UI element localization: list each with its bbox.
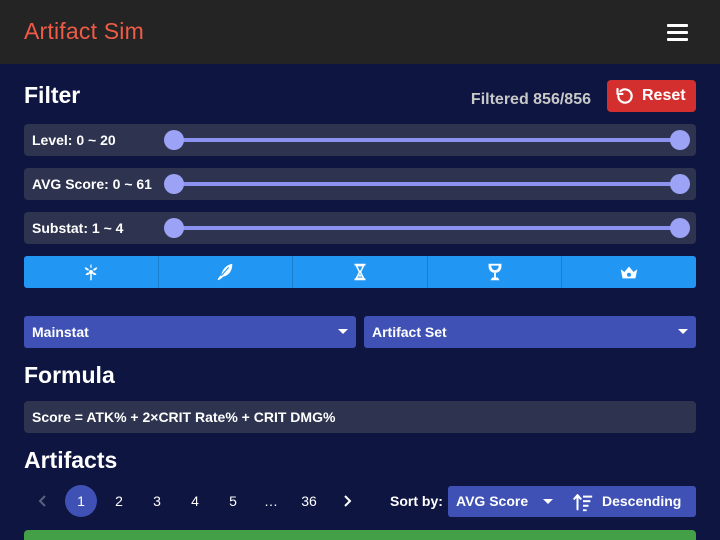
- avg-score-slider-label: AVG Score: 0 ~ 61: [32, 176, 152, 192]
- next-page-button[interactable]: [331, 485, 363, 517]
- page-button-2[interactable]: 2: [103, 485, 135, 517]
- avg-score-slider-max-thumb[interactable]: [670, 174, 690, 194]
- page-button-4[interactable]: 4: [179, 485, 211, 517]
- substat-slider-min-thumb[interactable]: [164, 218, 184, 238]
- hamburger-menu-icon[interactable]: [660, 18, 696, 48]
- chevron-down-icon: [678, 329, 688, 334]
- app-bar: Artifact Sim: [0, 0, 720, 64]
- level-slider-min-thumb[interactable]: [164, 130, 184, 150]
- avg-score-slider-min-thumb[interactable]: [164, 174, 184, 194]
- goblet-icon: [488, 263, 501, 281]
- level-slider-track[interactable]: [174, 138, 680, 142]
- slot-flower-button[interactable]: [24, 256, 159, 288]
- page-button-5[interactable]: 5: [217, 485, 249, 517]
- sort-controls: AVG Score Descending: [448, 486, 696, 517]
- avg-score-slider-track[interactable]: [174, 182, 680, 186]
- plume-icon: [218, 263, 233, 281]
- mainstat-select-label: Mainstat: [32, 324, 89, 340]
- substat-slider-max-thumb[interactable]: [670, 218, 690, 238]
- level-slider-max-thumb[interactable]: [670, 130, 690, 150]
- slot-plume-button[interactable]: [159, 256, 294, 288]
- chevron-down-icon: [543, 499, 553, 504]
- sort-field-select[interactable]: AVG Score: [448, 486, 562, 517]
- level-slider-label: Level: 0 ~ 20: [32, 132, 116, 148]
- slot-circlet-button[interactable]: [562, 256, 696, 288]
- filtered-count: Filtered 856/856: [470, 91, 591, 108]
- slot-goblet-button[interactable]: [428, 256, 563, 288]
- formula-input[interactable]: Score = ATK% + 2×CRIT Rate% + CRIT DMG%: [24, 401, 696, 433]
- reset-icon: [616, 87, 633, 104]
- substat-slider-track[interactable]: [174, 226, 680, 230]
- add-artifact-button[interactable]: [24, 530, 696, 540]
- page-button-last[interactable]: 36: [293, 485, 325, 517]
- mainstat-select[interactable]: Mainstat: [24, 316, 356, 348]
- app-title: Artifact Sim: [24, 18, 144, 44]
- sort-by-label: Sort by:: [390, 493, 443, 509]
- chevron-right-icon: [344, 495, 352, 507]
- formula-text: Score = ATK% + 2×CRIT Rate% + CRIT DMG%: [32, 409, 336, 425]
- formula-heading: Formula: [24, 362, 115, 388]
- avg-score-slider: AVG Score: 0 ~ 61: [24, 168, 696, 200]
- chevron-down-icon: [338, 329, 348, 334]
- sort-descending-icon: [573, 494, 593, 512]
- previous-page-button[interactable]: [27, 485, 59, 517]
- sort-field-label: AVG Score: [456, 493, 529, 509]
- chevron-left-icon: [38, 495, 46, 507]
- artifact-set-select-label: Artifact Set: [372, 324, 447, 340]
- slot-sands-button[interactable]: [293, 256, 428, 288]
- circlet-icon: [620, 266, 638, 279]
- sort-order-label: Descending: [602, 493, 682, 509]
- sands-icon: [354, 263, 366, 281]
- reset-button[interactable]: Reset: [607, 80, 696, 112]
- pagination-ellipsis: …: [264, 493, 278, 509]
- filter-heading: Filter: [24, 82, 81, 108]
- flower-icon: [84, 263, 98, 281]
- page-button-1[interactable]: 1: [65, 485, 97, 517]
- page-button-3[interactable]: 3: [141, 485, 173, 517]
- substat-slider: Substat: 1 ~ 4: [24, 212, 696, 244]
- artifact-set-select[interactable]: Artifact Set: [364, 316, 696, 348]
- artifact-slot-toggle-group: [24, 256, 696, 288]
- artifacts-heading: Artifacts: [24, 447, 118, 473]
- substat-slider-label: Substat: 1 ~ 4: [32, 220, 124, 236]
- level-slider: Level: 0 ~ 20: [24, 124, 696, 156]
- sort-order-button[interactable]: Descending: [562, 486, 696, 517]
- reset-label: Reset: [642, 87, 686, 104]
